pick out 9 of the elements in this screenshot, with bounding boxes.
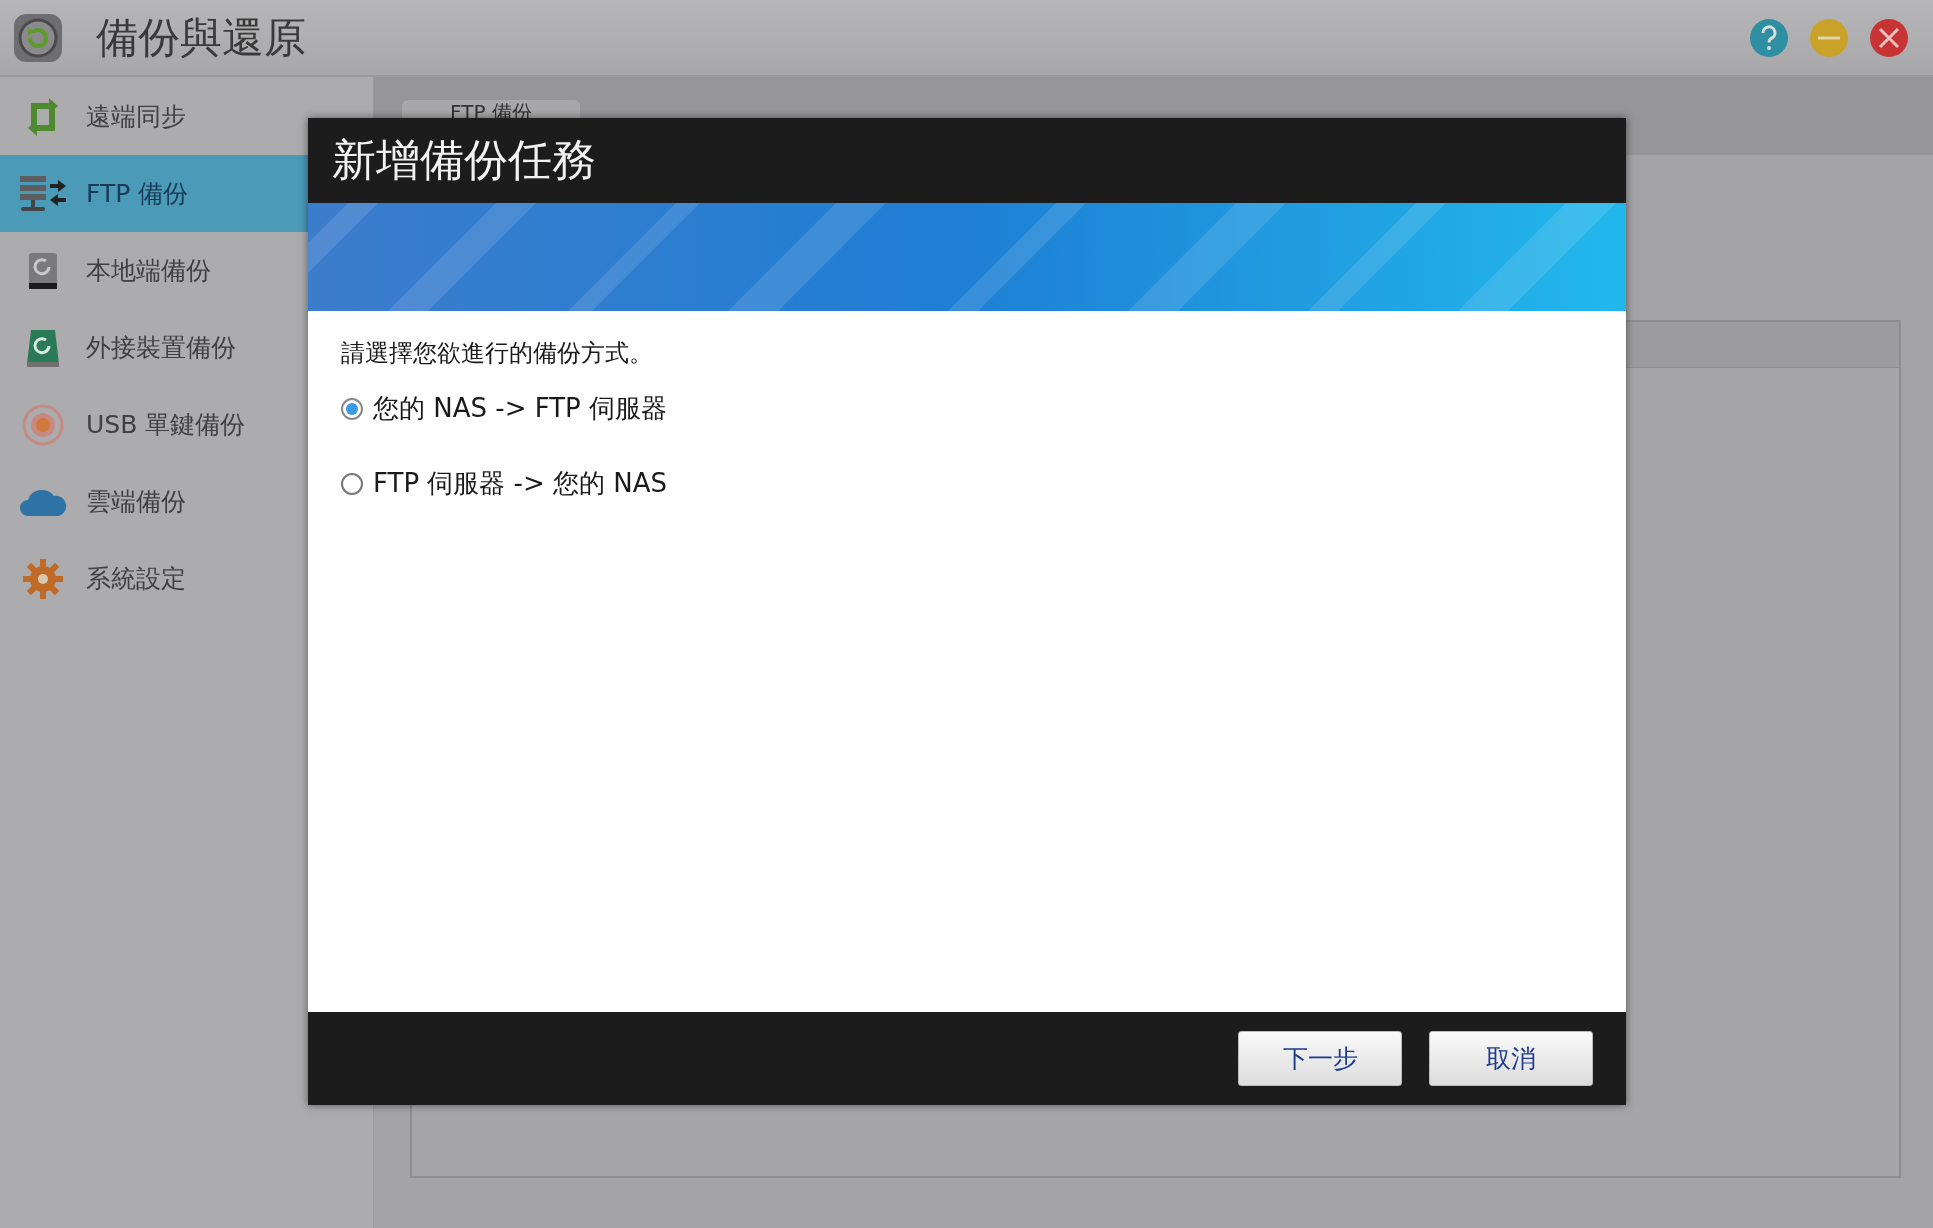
sidebar-label: 本地端備份 [86,255,211,287]
sidebar-label: FTP 備份 [86,178,189,210]
sidebar-label: 雲端備份 [86,486,186,518]
sidebar-label: 外接裝置備份 [86,332,236,364]
window-title: 備份與還原 [96,11,306,64]
sidebar-label: 系統設定 [86,563,186,595]
sidebar-label: USB 單鍵備份 [86,409,246,441]
prompt-text: 請選擇您欲進行的備份方式。 [341,338,654,369]
sidebar-label: 遠端同步 [86,101,186,133]
